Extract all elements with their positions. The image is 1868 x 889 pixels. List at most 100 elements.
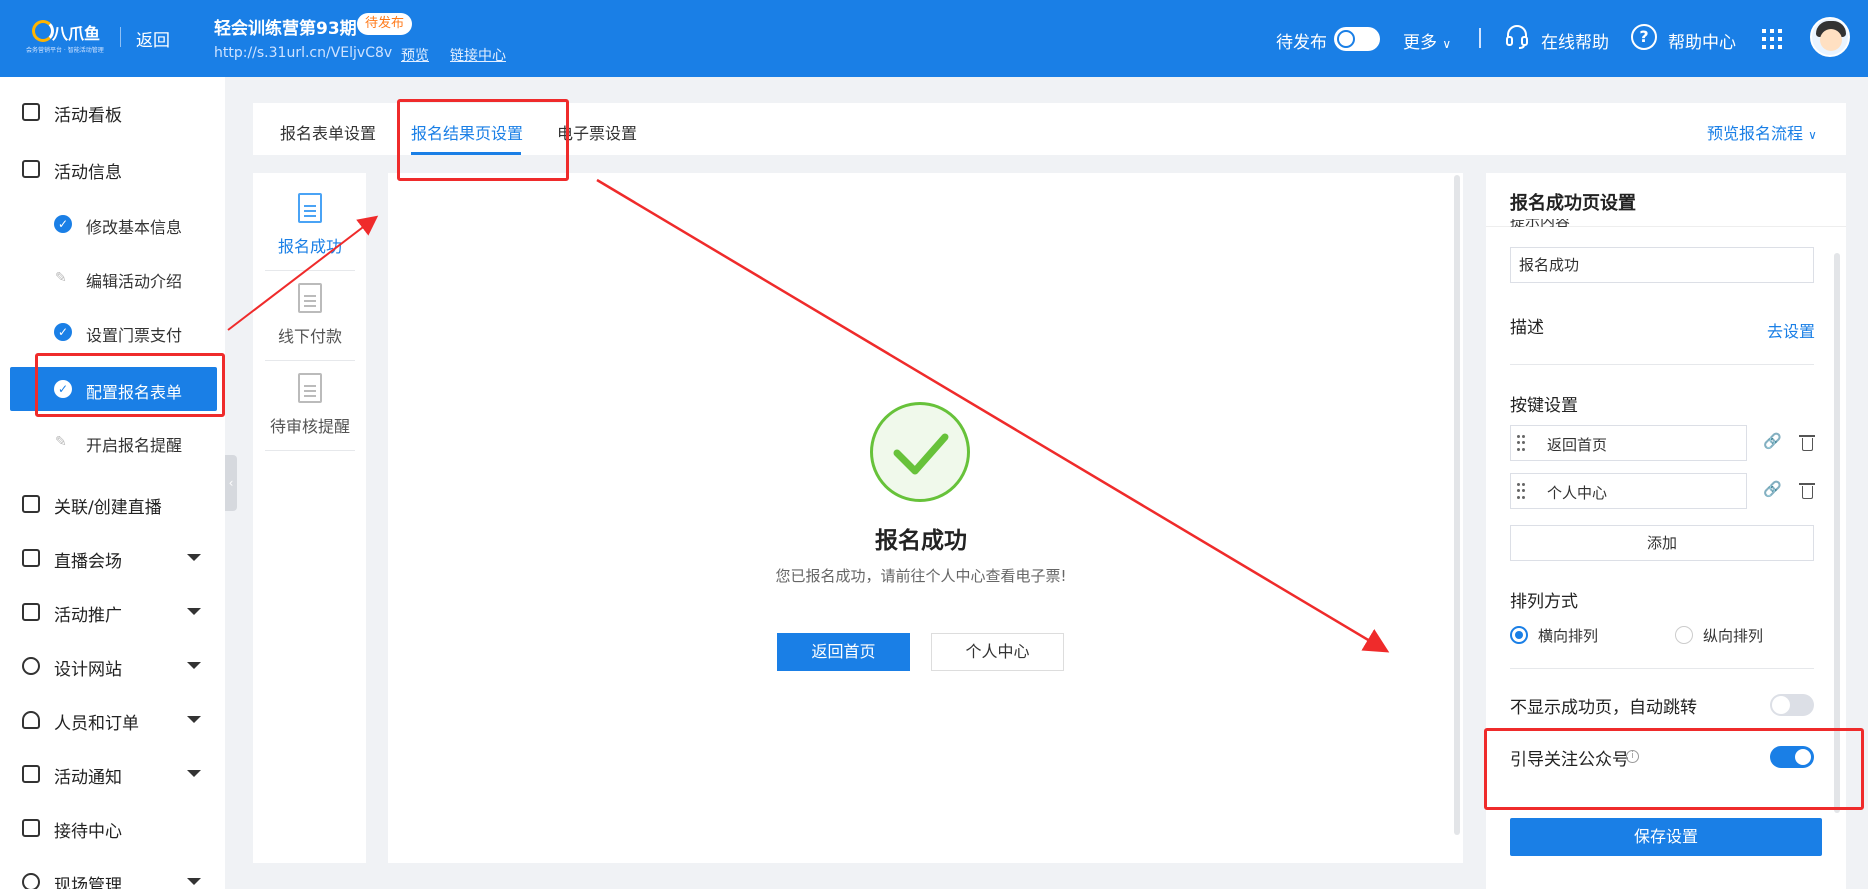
layout-label: 排列方式 [1510, 592, 1578, 612]
sidebar-item-live-venue[interactable]: 直播会场 [0, 536, 225, 580]
sidebar-item-dashboard[interactable]: 活动看板 [0, 90, 225, 134]
back-button[interactable]: 返回 [136, 26, 170, 51]
sidebar-subitem-registration-form[interactable]: ✓ 配置报名表单 [10, 367, 217, 411]
button-config-label: 返回首页 [1547, 436, 1608, 454]
live-screen-icon [22, 549, 40, 567]
preview-user-center-button[interactable]: 个人中心 [931, 633, 1064, 671]
chevron-down-icon: ∨ [1442, 37, 1452, 51]
sidebar-item-label: 人员和订单 [54, 714, 139, 734]
sidebar-item-onsite[interactable]: 现场管理 [0, 860, 225, 889]
drag-handle-icon[interactable] [1517, 435, 1525, 451]
success-title: 报名成功 [875, 528, 967, 554]
caret-down-icon [187, 608, 201, 615]
layout-vertical-label: 纵向排列 [1703, 627, 1764, 645]
online-help-link[interactable]: 在线帮助 [1541, 28, 1609, 53]
users-icon [22, 711, 40, 729]
sidebar-item-design-site[interactable]: 设计网站 [0, 644, 225, 688]
trash-icon[interactable] [1799, 483, 1815, 499]
event-url: http://s.31url.cn/VEljvC8v [214, 45, 393, 61]
sidebar-subitem-basic-info[interactable]: ✓ 修改基本信息 [0, 202, 225, 246]
tab-result-settings[interactable]: 报名结果页设置 [411, 120, 523, 144]
layout-horizontal-label: 横向排列 [1538, 627, 1599, 645]
sidebar-item-notifications[interactable]: 活动通知 [0, 752, 225, 796]
brand-logo[interactable]: 八爪鱼 会务营销平台 · 智能活动管理 [22, 18, 110, 56]
caret-down-icon [187, 662, 201, 669]
sidebar-item-people-orders[interactable]: 人员和订单 [0, 698, 225, 742]
more-menu[interactable]: 更多 ∨ [1403, 28, 1451, 53]
layout-horizontal-radio[interactable] [1510, 626, 1528, 644]
success-page-settings-panel: 报名成功页设置 提示内容 报名成功 描述 去设置 按键设置 返回首页 🔗 个人中… [1486, 173, 1846, 889]
cast-icon [22, 603, 40, 621]
headset-icon [1506, 25, 1528, 49]
preview-link[interactable]: 预览 [401, 45, 429, 65]
sidebar-item-reception[interactable]: 接待中心 [0, 806, 225, 850]
sidebar-item-label: 接待中心 [54, 822, 122, 842]
header-separator [1479, 28, 1481, 48]
compass-icon [22, 657, 40, 675]
check-circle-icon: ✓ [54, 380, 72, 398]
chevron-down-icon: ∨ [1808, 128, 1817, 142]
button-config-row[interactable]: 个人中心 [1510, 473, 1747, 509]
publish-toggle[interactable] [1334, 27, 1380, 51]
save-settings-button[interactable]: 保存设置 [1510, 818, 1822, 856]
settings-scrollbar[interactable] [1834, 253, 1840, 813]
sidebar-item-label: 设置门票支付 [86, 326, 183, 345]
description-label: 描述 [1510, 318, 1544, 338]
follow-official-toggle[interactable] [1770, 746, 1814, 768]
avatar[interactable] [1810, 17, 1850, 57]
tab-eticket-settings[interactable]: 电子票设置 [557, 120, 637, 144]
button-config-row[interactable]: 返回首页 [1510, 425, 1747, 461]
info-icon[interactable]: i [1626, 750, 1639, 763]
trash-icon[interactable] [1799, 435, 1815, 451]
tab-form-settings[interactable]: 报名表单设置 [280, 120, 376, 144]
sidebar-subitem-edit-intro[interactable]: ✎ 编辑活动介绍 [0, 256, 225, 300]
sidebar-collapse-handle[interactable]: ‹ [225, 455, 237, 511]
prompt-content-input[interactable]: 报名成功 [1510, 247, 1814, 283]
add-button-button[interactable]: 添加 [1510, 525, 1814, 561]
mini-nav-success[interactable]: 报名成功 [265, 181, 355, 271]
sidebar-item-label: 活动信息 [54, 163, 122, 183]
drag-handle-icon[interactable] [1517, 483, 1525, 499]
mini-nav-pending-review[interactable]: 待审核提醒 [265, 361, 355, 451]
help-center-link[interactable]: 帮助中心 [1668, 28, 1736, 53]
sidebar-item-event-info[interactable]: 活动信息 [0, 147, 225, 191]
header-divider [120, 27, 121, 47]
link-icon[interactable]: 🔗 [1763, 480, 1782, 498]
more-label: 更多 [1403, 33, 1437, 53]
preview-home-button[interactable]: 返回首页 [777, 633, 910, 671]
prompt-label: 提示内容 [1510, 219, 1570, 227]
sidebar-item-label: 现场管理 [54, 876, 122, 889]
question-circle-icon: ? [1631, 24, 1657, 50]
sidebar-subitem-ticket-payment[interactable]: ✓ 设置门票支付 [0, 310, 225, 354]
layout-vertical-radio[interactable] [1675, 626, 1693, 644]
document-icon [298, 193, 322, 223]
description-set-link[interactable]: 去设置 [1767, 318, 1815, 342]
sidebar-item-label: 活动通知 [54, 768, 122, 788]
settings-tabs: 报名表单设置 报名结果页设置 电子票设置 [253, 103, 1846, 155]
mini-nav-offline-pay[interactable]: 线下付款 [265, 271, 355, 361]
publish-label: 待发布 [1276, 33, 1327, 53]
preview-flow-label: 预览报名流程 [1707, 124, 1804, 143]
status-badge: 待发布 [357, 13, 413, 35]
hide-success-label: 不显示成功页，自动跳转 [1510, 698, 1697, 718]
sidebar-item-label: 活动看板 [54, 106, 122, 126]
preview-flow-dropdown[interactable]: 预览报名流程 ∨ [1707, 120, 1817, 144]
sidebar-item-label: 活动推广 [54, 606, 122, 626]
apps-grid-icon[interactable] [1762, 29, 1782, 49]
sidebar-item-label: 开启报名提醒 [86, 436, 183, 455]
hide-success-toggle[interactable] [1770, 694, 1814, 716]
preview-scrollbar[interactable] [1454, 175, 1460, 835]
button-config-label: 个人中心 [1547, 484, 1608, 502]
check-circle-icon: ✓ [54, 215, 72, 233]
success-check-icon [870, 402, 970, 502]
document-icon [298, 283, 322, 313]
link-center-link[interactable]: 链接中心 [450, 45, 506, 65]
sidebar-item-promotion[interactable]: 活动推广 [0, 590, 225, 634]
sidebar-subitem-reminder[interactable]: ✎ 开启报名提醒 [0, 420, 225, 464]
sidebar-item-live-link[interactable]: 关联/创建直播 [0, 482, 225, 526]
link-icon[interactable]: 🔗 [1763, 432, 1782, 450]
mini-nav-label: 报名成功 [277, 237, 342, 256]
calendar-chart-icon [22, 103, 40, 121]
result-page-preview: 报名成功 您已报名成功，请前往个人中心查看电子票! 返回首页 个人中心 [388, 173, 1463, 863]
sidebar-item-label: 修改基本信息 [86, 218, 183, 237]
